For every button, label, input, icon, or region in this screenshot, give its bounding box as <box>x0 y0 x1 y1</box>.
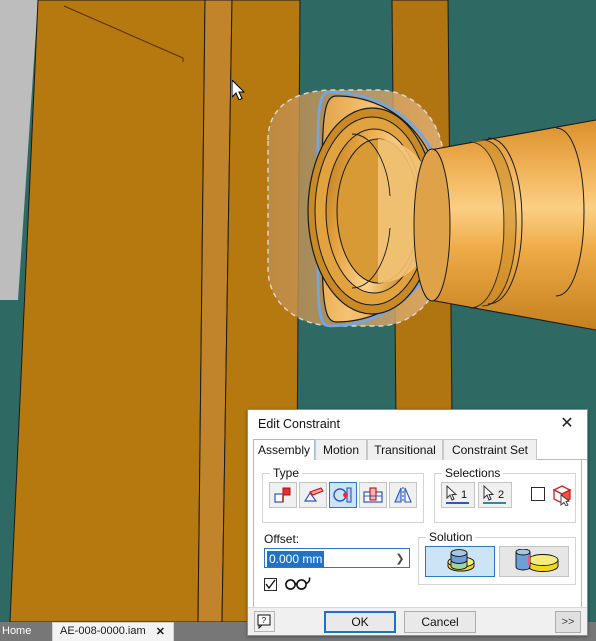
insert-constraint-button[interactable] <box>359 482 387 508</box>
offset-value: 0.000 mm <box>267 551 325 567</box>
mate-constraint-button[interactable] <box>269 482 297 508</box>
predict-offset-checkbox[interactable] <box>264 578 277 591</box>
selections-group: Selections 1 2 <box>434 466 576 523</box>
dialog-tabstrip: Assembly Motion Transitional Constraint … <box>248 439 587 461</box>
type-group-label: Type <box>270 466 303 480</box>
angle-constraint-button[interactable] <box>299 482 327 508</box>
tangent-constraint-icon <box>333 487 352 503</box>
dialog-titlebar[interactable]: Edit Constraint ✕ <box>248 410 587 439</box>
solution-outside-button[interactable] <box>499 546 569 577</box>
cube-select-icon[interactable] <box>551 484 573 506</box>
close-icon[interactable]: ✕ <box>156 625 165 638</box>
solution-inside-icon <box>447 548 475 571</box>
close-icon[interactable]: ✕ <box>554 412 580 436</box>
taskbar-document-tab[interactable]: AE-008-0000.iam ✕ <box>52 622 174 641</box>
pick-part-first-checkbox[interactable] <box>531 487 545 501</box>
chevron-right-icon[interactable]: ❯ <box>391 549 409 567</box>
symmetry-constraint-icon <box>394 487 412 503</box>
select-1-icon: 1 <box>446 484 469 504</box>
glasses-predict-icon <box>285 577 311 590</box>
tab-motion[interactable]: Motion <box>315 439 367 461</box>
checkmark-icon <box>265 579 276 590</box>
select-second-button[interactable]: 2 <box>478 482 512 508</box>
selections-group-label: Selections <box>442 466 504 480</box>
dialog-footer: ? OK Cancel >> <box>248 607 587 635</box>
solution-group: Solution <box>418 530 576 585</box>
solution-outside-icon <box>515 548 559 572</box>
select-2-icon: 2 <box>483 484 506 504</box>
solution-group-label: Solution <box>426 530 476 544</box>
taskbar-document-label: AE-008-0000.iam <box>60 625 146 637</box>
tab-constraint-set[interactable]: Constraint Set <box>443 439 537 461</box>
angle-constraint-icon <box>303 487 324 502</box>
offset-label: Offset: <box>264 532 300 546</box>
svg-text:?: ? <box>262 615 267 625</box>
cancel-button[interactable]: Cancel <box>404 611 476 633</box>
ok-button[interactable]: OK <box>324 611 396 633</box>
help-button[interactable]: ? <box>254 611 275 632</box>
tab-assembly[interactable]: Assembly <box>253 439 315 461</box>
select-first-button[interactable]: 1 <box>441 482 475 508</box>
svg-text:2: 2 <box>498 489 504 501</box>
tabstrip-filler <box>537 439 587 460</box>
edit-constraint-dialog[interactable]: Edit Constraint ✕ Assembly Motion Transi… <box>247 409 588 636</box>
tab-transitional[interactable]: Transitional <box>367 439 443 461</box>
dialog-title: Edit Constraint <box>258 417 340 431</box>
mate-constraint-icon <box>274 487 291 503</box>
symmetry-constraint-button[interactable] <box>389 482 417 508</box>
tangent-constraint-button[interactable] <box>329 482 357 508</box>
insert-constraint-icon <box>363 487 383 503</box>
taskbar-home-tab[interactable]: Home <box>0 622 52 641</box>
assembly-tab-panel: Type Selections 1 2 Offset: 0.000 mm ❯ S… <box>253 460 582 608</box>
help-icon: ? <box>257 614 271 629</box>
type-group: Type <box>262 466 424 523</box>
offset-input[interactable]: 0.000 mm ❯ <box>264 548 410 568</box>
arrow-cursor <box>232 80 246 100</box>
svg-text:1: 1 <box>461 489 467 501</box>
solution-inside-button[interactable] <box>425 546 495 577</box>
expand-more-button[interactable]: >> <box>555 611 581 633</box>
